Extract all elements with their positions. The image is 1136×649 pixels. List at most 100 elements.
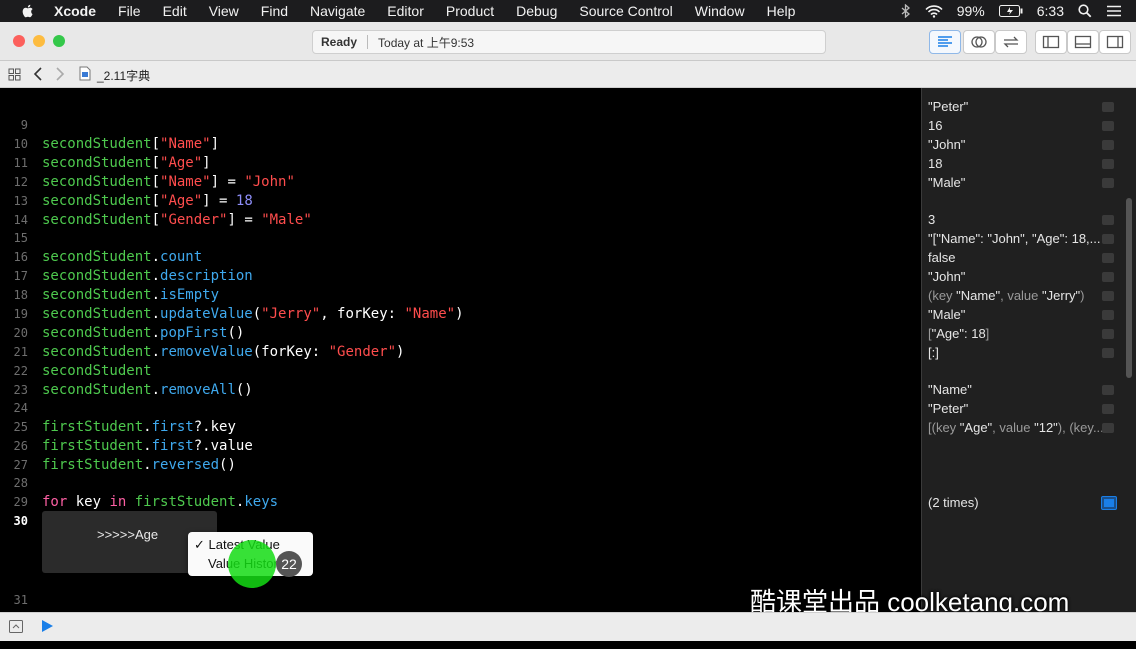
code-line-23[interactable]: 23 — [0, 362, 34, 397]
quick-look-icon[interactable] — [1102, 272, 1114, 282]
code-line-26[interactable]: 26 firstStudent.reversed() — [0, 418, 236, 473]
close-window-button[interactable] — [13, 35, 25, 47]
code-line-17[interactable]: 17 secondStudent.isEmpty — [0, 248, 219, 303]
quick-look-icon[interactable] — [1102, 102, 1114, 112]
result-line-17[interactable]: false — [928, 248, 1108, 267]
standard-editor-button[interactable] — [929, 30, 961, 54]
result-line-15[interactable]: 3 — [928, 210, 1108, 229]
quick-look-icon[interactable] — [1102, 253, 1114, 263]
code-line-27[interactable]: 27 — [0, 437, 34, 472]
result-line-10[interactable]: 16 — [928, 116, 1108, 135]
related-items-grid-icon[interactable] — [8, 68, 21, 81]
quick-look-icon[interactable] — [1102, 423, 1114, 433]
code-line-28[interactable]: 28 for key in firstStudent.keys — [0, 455, 279, 510]
menu-find[interactable]: Find — [261, 3, 288, 19]
code-line-14[interactable]: 14 — [0, 192, 34, 227]
wifi-icon[interactable] — [925, 4, 943, 18]
menu-navigate[interactable]: Navigate — [310, 3, 365, 19]
forward-chevron-icon[interactable] — [55, 67, 65, 81]
result-line-19[interactable]: (key "Name", value "Jerry") — [928, 286, 1108, 305]
code-line-13[interactable]: 13 secondStudent["Gender"] = "Male" — [0, 173, 312, 228]
assistant-editor-button[interactable] — [963, 30, 995, 54]
toggle-utilities-button[interactable] — [1099, 30, 1131, 54]
jump-bar-file-name[interactable]: _2.11字典 — [97, 67, 150, 84]
quick-look-icon[interactable] — [1102, 404, 1114, 414]
code-token: ] — [210, 136, 220, 152]
result-line-25[interactable]: "Peter" — [928, 399, 1108, 418]
menu-help[interactable]: Help — [767, 3, 796, 19]
spotlight-search-icon[interactable] — [1078, 4, 1092, 18]
quick-look-icon[interactable] — [1102, 329, 1114, 339]
result-line-16[interactable]: "["Name": "John", "Age": 18,... — [928, 229, 1108, 248]
code-line-29[interactable]: 29 { — [0, 474, 51, 529]
result-line-30[interactable]: (2 times) — [928, 493, 1108, 512]
code-token: removeValue — [160, 344, 253, 360]
quick-look-icon[interactable] — [1102, 234, 1114, 244]
menu-view[interactable]: View — [209, 3, 239, 19]
code-line-12[interactable]: 12 secondStudent["Age"] = 18 — [0, 154, 253, 209]
result-line-22[interactable]: [:] — [928, 343, 1108, 362]
menu-editor[interactable]: Editor — [387, 3, 424, 19]
quick-look-icon[interactable] — [1102, 121, 1114, 131]
quick-look-icon[interactable] — [1102, 310, 1114, 320]
hide-debug-area-icon[interactable] — [9, 620, 23, 633]
result-line-26[interactable]: [(key "Age", value "12"), (key... — [928, 418, 1108, 437]
code-line-24[interactable]: 24 firstStudent.first?.key — [0, 380, 236, 435]
back-chevron-icon[interactable] — [33, 67, 43, 81]
code-line-9[interactable]: 9 secondStudent["Name"] — [0, 97, 219, 152]
menu-app[interactable]: Xcode — [54, 3, 96, 19]
menu-edit[interactable]: Edit — [163, 3, 187, 19]
code-text: secondStudent.updateValue("Jerry", forKe… — [42, 305, 464, 324]
menu-product[interactable]: Product — [446, 3, 494, 19]
quick-look-icon[interactable] — [1102, 140, 1114, 150]
quick-look-icon[interactable] — [1102, 291, 1114, 301]
code-line-10[interactable]: 10 secondStudent["Age"] — [0, 116, 211, 171]
quick-look-icon[interactable] — [1102, 215, 1114, 225]
result-line-13[interactable]: "Male" — [928, 173, 1108, 192]
toggle-debug-area-button[interactable] — [1067, 30, 1099, 54]
code-line-31[interactable]: 31 } — [0, 572, 51, 627]
quick-look-icon[interactable] — [1102, 385, 1114, 395]
quick-look-icon[interactable] — [1102, 348, 1114, 358]
menu-source-control[interactable]: Source Control — [579, 3, 672, 19]
code-line-21[interactable]: 21 secondStudent — [0, 324, 152, 379]
playground-file-icon — [79, 66, 91, 81]
code-line-11[interactable]: 11 secondStudent["Name"] = "John" — [0, 135, 295, 190]
code-text: secondStudent["Age"] = 18 — [42, 192, 253, 211]
show-result-toggle[interactable] — [1101, 496, 1117, 510]
code-line-16[interactable]: 16 secondStudent.description — [0, 229, 253, 284]
code-line-19[interactable]: 19 secondStudent.popFirst() — [0, 286, 245, 341]
quick-look-icon[interactable] — [1102, 159, 1114, 169]
code-line-20[interactable]: 20 secondStudent.removeValue(forKey: "Ge… — [0, 305, 405, 360]
code-line-25[interactable]: 25 firstStudent.first?.value — [0, 399, 253, 454]
clock[interactable]: 6:33 — [1037, 3, 1064, 19]
code-token: secondStudent — [42, 382, 152, 398]
result-line-12[interactable]: 18 — [928, 154, 1108, 173]
results-scrollbar[interactable] — [1126, 198, 1132, 378]
quick-look-icon[interactable] — [1102, 178, 1114, 188]
menu-debug[interactable]: Debug — [516, 3, 557, 19]
run-playground-icon[interactable] — [40, 619, 54, 633]
result-fragment: "Age" — [959, 420, 993, 435]
toggle-navigator-button[interactable] — [1035, 30, 1067, 54]
apple-icon[interactable] — [20, 3, 36, 19]
result-line-21[interactable]: ["Age": 18] — [928, 324, 1108, 343]
bluetooth-icon[interactable] — [901, 4, 911, 18]
version-editor-button[interactable] — [995, 30, 1027, 54]
battery-icon[interactable] — [998, 5, 1023, 17]
code-line-32[interactable]: 32 — [0, 592, 34, 627]
menu-file[interactable]: File — [118, 3, 141, 19]
result-line-20[interactable]: "Male" — [928, 305, 1108, 324]
menu-window[interactable]: Window — [695, 3, 745, 19]
notification-center-icon[interactable] — [1106, 5, 1122, 17]
minimize-window-button[interactable] — [33, 35, 45, 47]
code-line-22[interactable]: 22 secondStudent.removeAll() — [0, 343, 253, 398]
code-line-15[interactable]: 15 secondStudent.count — [0, 210, 203, 265]
result-line-18[interactable]: "John" — [928, 267, 1108, 286]
result-line-24[interactable]: "Name" — [928, 380, 1108, 399]
zoom-window-button[interactable] — [53, 35, 65, 47]
code-line-30[interactable]: 30 print(">>>>>\(key)") — [0, 493, 243, 548]
result-line-11[interactable]: "John" — [928, 135, 1108, 154]
code-line-18[interactable]: 18 secondStudent.updateValue("Jerry", fo… — [0, 267, 464, 322]
result-line-9[interactable]: "Peter" — [928, 97, 1108, 116]
